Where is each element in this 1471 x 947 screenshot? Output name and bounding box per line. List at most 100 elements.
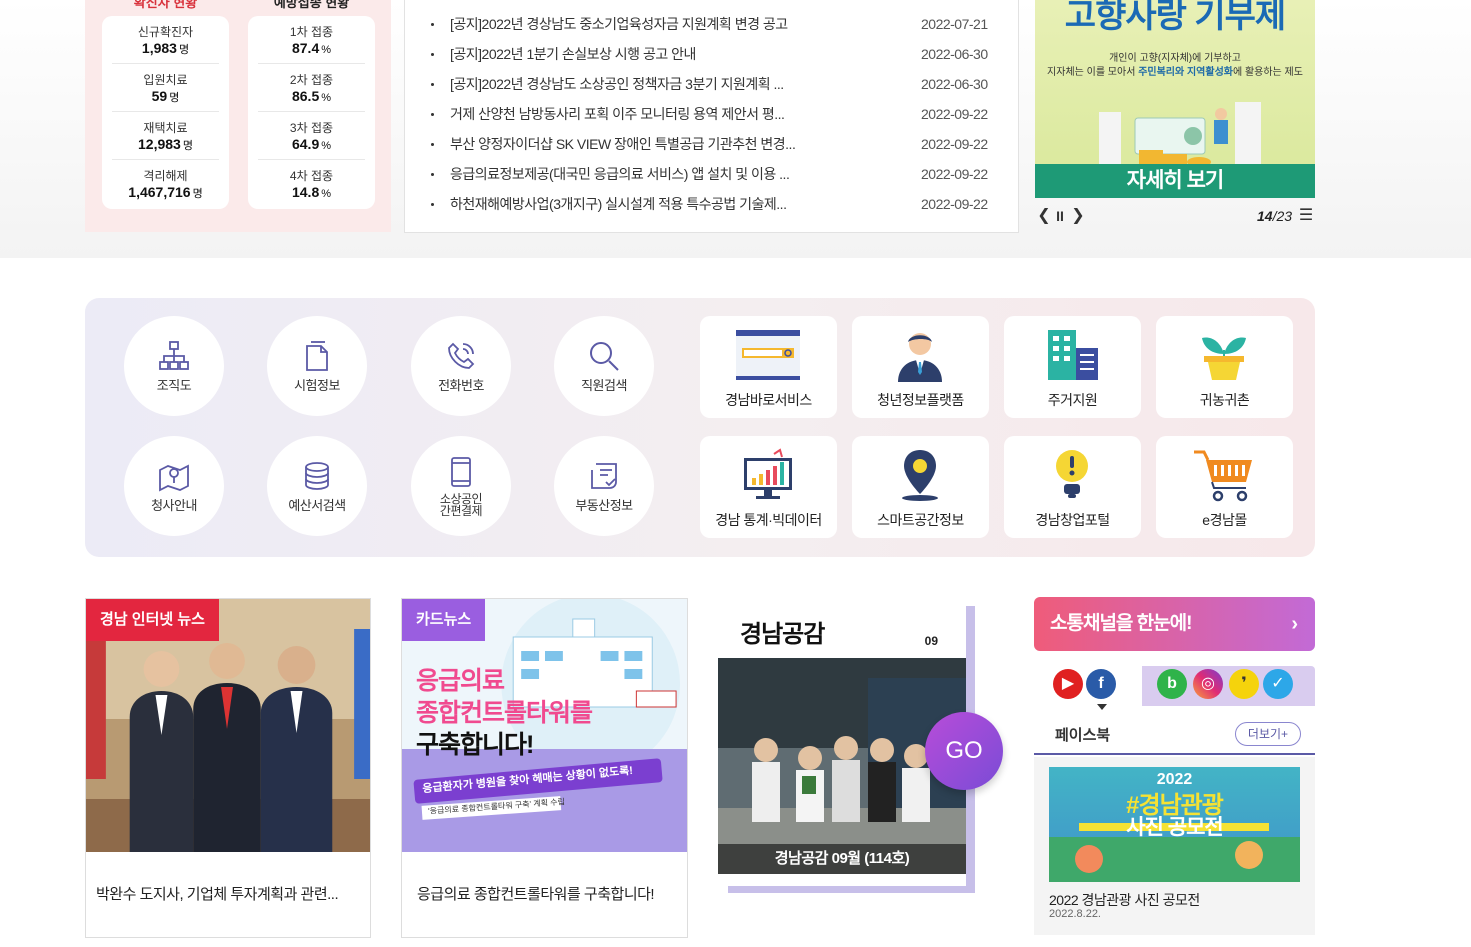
quick-staff-search[interactable]: 직원검색 xyxy=(554,316,654,416)
instagram-icon[interactable]: ◎ xyxy=(1193,669,1223,699)
more-button[interactable]: 더보기+ xyxy=(1235,722,1301,746)
stat-number: 59 xyxy=(151,88,168,104)
quick-menu: 조직도 시험정보 전화번호 직원검색 청사안내 예산서검색 소상공인 간편결제 부… xyxy=(85,298,1315,557)
quick-label: 소상공인 간편결제 xyxy=(411,493,511,517)
banner-detail-button[interactable]: 자세히 보기 xyxy=(1035,164,1315,198)
list-icon[interactable]: ☰ xyxy=(1297,205,1315,227)
quick-budget-search[interactable]: 예산서검색 xyxy=(267,436,367,536)
headline-line: 구축합니다! xyxy=(416,731,534,759)
quick-smart-spatial[interactable]: 스마트공간정보 xyxy=(852,436,989,538)
news-caption[interactable]: 응급의료 종합컨트롤타워를 구축합니다! xyxy=(417,883,682,904)
quick-label: 시험정보 xyxy=(294,378,340,393)
page-current: 14 xyxy=(1257,208,1273,224)
stat-item: 4차 접종 14.8% xyxy=(258,160,365,208)
stat-label: 3차 접종 xyxy=(289,121,334,135)
quick-org-chart[interactable]: 조직도 xyxy=(124,316,224,416)
notice-title[interactable]: 하천재해예방사업(3개지구) 실시설계 적용 특수공법 기술제... xyxy=(450,189,815,219)
quick-housing-support[interactable]: 주거지원 xyxy=(1004,316,1141,418)
stat-item: 2차 접종 86.5% xyxy=(258,64,365,112)
blog-icon[interactable]: b xyxy=(1157,669,1187,699)
sns-tabs: ▶ f b ◎ ❜ ✓ xyxy=(1034,666,1315,706)
quick-label: 청년정보플랫폼 xyxy=(877,392,964,408)
headline-line: 종합컨트롤타워를 xyxy=(416,699,593,727)
notice-item[interactable]: [공지]2022년 1분기 손실보상 시행 공고 안내 2022-06-30 xyxy=(405,39,1018,69)
notice-title[interactable]: [공지]2022년 경상남도 소상공인 정책자금 3분기 지원계획 ... xyxy=(450,69,815,99)
notice-title[interactable]: 거제 산양천 남방동사리 포획 이주 모니터링 용역 제안서 평... xyxy=(450,99,815,129)
vaccine-column: 예방접종 현황 1차 접종 87.4% 2차 접종 86.5% 3차 접종 64.9%… xyxy=(248,0,375,209)
twitter-icon[interactable]: ✓ xyxy=(1263,669,1293,699)
banner-pager: 14/23 xyxy=(1257,205,1292,227)
stat-item: 1차 접종 87.4% xyxy=(258,16,365,64)
quick-label: e경남몰 xyxy=(1202,512,1247,528)
stat-unit: % xyxy=(321,44,332,56)
caret-down-icon xyxy=(1097,704,1107,710)
quick-label: 직원검색 xyxy=(581,378,627,393)
stat-number: 87.4 xyxy=(291,40,320,56)
notice-date: 2022-07-21 xyxy=(921,16,988,32)
notice-item[interactable]: 거제 산양천 남방동사리 포획 이주 모니터링 용역 제안서 평... 2022-… xyxy=(405,99,1018,129)
social-header-button[interactable]: 소통채널을 한눈에! › xyxy=(1034,597,1315,651)
quick-e-mall[interactable]: e경남몰 xyxy=(1156,436,1293,538)
quick-return-farm[interactable]: 귀농귀촌 xyxy=(1156,316,1293,418)
quick-youth-platform[interactable]: 청년정보플랫폼 xyxy=(852,316,989,418)
quick-label: 경남창업포털 xyxy=(1035,512,1110,528)
news-caption[interactable]: 박완수 도지사, 기업체 투자계획과 관련... xyxy=(96,883,361,904)
stat-value: 87.4% xyxy=(258,39,365,59)
banner-controls: ❮ II ❯ 14/23 ☰ xyxy=(1035,205,1315,227)
quick-baro-service[interactable]: 경남바로서비스 xyxy=(700,316,837,418)
stat-number: 1,983 xyxy=(141,40,177,56)
notice-title[interactable]: 응급의료정보제공(대국민 응급의료 서비스) 앱 설치 및 이용 ... xyxy=(450,159,815,189)
quick-startup-portal[interactable]: 경남창업포털 xyxy=(1004,436,1141,538)
donation-illustration-icon xyxy=(1099,102,1261,170)
stat-item: 격리해제 1,467,716 명 xyxy=(112,160,219,208)
stat-value: 12,983 명 xyxy=(112,135,219,155)
notice-item[interactable]: 응급의료정보제공(대국민 응급의료 서비스) 앱 설치 및 이용 ... 2022… xyxy=(405,159,1018,189)
quick-label: 스마트공간정보 xyxy=(877,512,964,528)
facebook-icon[interactable]: f xyxy=(1086,669,1116,699)
quick-statistics[interactable]: 경남 통계·빅데이터 xyxy=(700,436,837,538)
quick-smallbiz-pay[interactable]: 소상공인 간편결제 xyxy=(411,436,511,536)
notice-item[interactable]: 부산 양정자이더샵 SK VIEW 장애인 특별공급 기관추천 변경... 202… xyxy=(405,129,1018,159)
stat-label: 1차 접종 xyxy=(289,25,334,39)
kakao-story-icon[interactable]: ❜ xyxy=(1229,669,1259,699)
notice-date: 2022-09-22 xyxy=(921,136,988,152)
quick-exam-info[interactable]: 시험정보 xyxy=(267,316,367,416)
stat-label: 입원치료 xyxy=(143,73,188,87)
magazine-caption: 경남공감 09월 (114호) xyxy=(718,844,966,874)
youtube-icon[interactable]: ▶ xyxy=(1053,669,1083,699)
banner-sub-line: 지자체는 이를 모아서 주민복리와 지역활성화에 활용하는 제도 xyxy=(1035,66,1315,80)
quick-label: 경남 통계·빅데이터 xyxy=(715,512,822,528)
headline-line: 응급의료 xyxy=(416,667,505,695)
stat-number: 12,983 xyxy=(138,136,181,152)
internet-news-card[interactable]: 경남 인터넷 뉴스 박완수 도지사, 기업체 투자계획과 관련... xyxy=(85,598,371,938)
quick-office-guide[interactable]: 청사안내 xyxy=(124,436,224,536)
card-news-card[interactable]: 카드뉴스 응급의료 종합컨트롤타워를 구축합니다! 응급환자가 병원을 찾아 헤… xyxy=(401,598,688,938)
pause-icon[interactable]: II xyxy=(1051,205,1069,227)
stat-label: 4차 접종 xyxy=(289,169,334,183)
notice-title[interactable]: [공지]2022년 1분기 손실보상 시행 공고 안내 xyxy=(450,39,815,69)
go-button[interactable]: GO xyxy=(925,712,1003,790)
quick-phone[interactable]: 전화번호 xyxy=(411,316,511,416)
notice-title[interactable]: [공지]2022년 경상남도 중소기업육성자금 지원계획 변경 공고 xyxy=(450,9,815,39)
mobile-icon xyxy=(451,457,471,487)
chevron-right-icon[interactable]: ❯ xyxy=(1069,205,1087,227)
search-icon xyxy=(590,342,619,371)
facebook-post-title[interactable]: 2022 경남관광 사진 공모전 xyxy=(1049,890,1200,910)
quick-label-line: 간편결제 xyxy=(439,504,483,518)
facebook-section-header: 페이스북 더보기+ xyxy=(1034,715,1315,755)
notice-title[interactable]: 부산 양정자이더샵 SK VIEW 장애인 특별공급 기관추천 변경... xyxy=(450,129,815,159)
stat-label: 격리해제 xyxy=(143,169,188,183)
database-icon xyxy=(305,462,329,490)
quick-label: 청사안내 xyxy=(151,498,197,513)
promo-banner[interactable]: 고향사랑 기부제 개인이 고향(지자체)에 기부하고 지자체는 이를 모아서 주… xyxy=(1035,0,1315,198)
facebook-post[interactable]: 2022 #경남관광 사진 공모전 2022 경남관광 사진 공모전 2022.… xyxy=(1034,757,1315,935)
quick-real-estate[interactable]: 부동산정보 xyxy=(554,436,654,536)
notice-item[interactable]: [공지]2022년 경상남도 중소기업육성자금 지원계획 변경 공고 2022-0… xyxy=(405,9,1018,39)
notice-date: 2022-09-22 xyxy=(921,196,988,212)
stat-number: 1,467,716 xyxy=(128,184,191,200)
chevron-right-icon: › xyxy=(1291,613,1298,635)
notice-item[interactable]: [공지]2022년 경상남도 소상공인 정책자금 3분기 지원계획 ... 202… xyxy=(405,69,1018,99)
notice-item[interactable]: 하천재해예방사업(3개지구) 실시설계 적용 특수공법 기술제... 2022-0… xyxy=(405,189,1018,219)
facebook-post-date: 2022.8.22. xyxy=(1049,908,1101,920)
chart-monitor-icon xyxy=(744,448,792,499)
